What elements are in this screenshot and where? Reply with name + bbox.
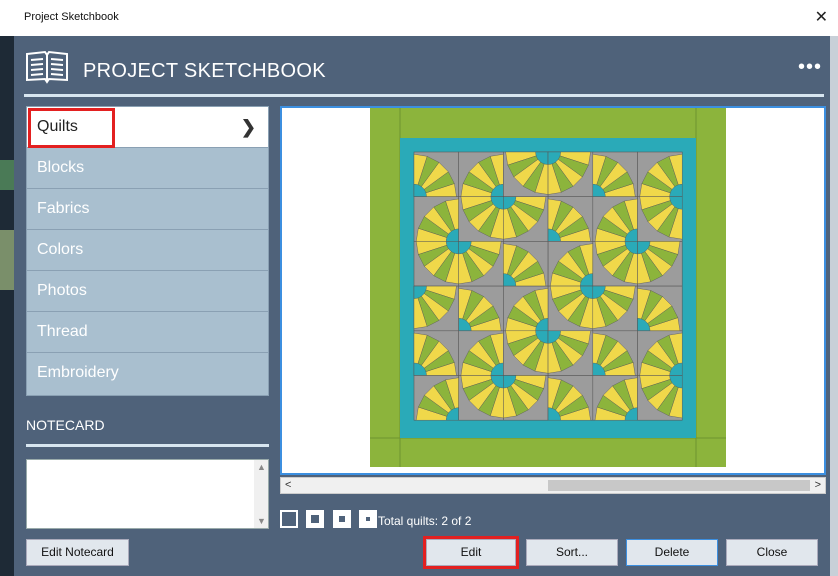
preview-horizontal-scrollbar[interactable]: < > [280,477,826,494]
total-quilts-count: Total quilts: 2 of 2 [378,514,472,528]
category-label: Quilts [37,118,78,135]
notecard-scrollbar[interactable]: ▲ ▼ [254,460,268,528]
header-divider [24,94,824,97]
background-edge-patch [0,160,14,190]
category-label: Thread [37,323,88,340]
background-window-edge [0,0,14,576]
app-title: PROJECT SKETCHBOOK [83,60,326,82]
scrollbar-thumb[interactable] [548,480,810,491]
delete-button[interactable]: Delete [626,539,718,566]
category-item-blocks[interactable]: Blocks [27,148,268,189]
scroll-up-icon[interactable]: ▲ [257,462,266,472]
category-item-quilts[interactable]: Quilts ❯ [27,107,268,148]
category-item-colors[interactable]: Colors [27,230,268,271]
notecard-divider [26,444,269,447]
category-label: Embroidery [37,364,119,381]
category-label: Photos [37,282,87,299]
dialog-header: PROJECT SKETCHBOOK ••• [14,36,830,96]
category-label: Blocks [37,159,85,176]
background-edge-patch [0,230,14,290]
view-size-medium-button[interactable] [332,510,351,528]
edit-button[interactable]: Edit [426,539,516,566]
chevron-right-icon: ❯ [240,117,256,137]
notecard-textarea[interactable]: ▲ ▼ [26,459,269,529]
view-size-small-button[interactable] [359,510,378,528]
scroll-left-icon[interactable]: < [285,479,291,491]
category-item-thread[interactable]: Thread [27,312,268,353]
scroll-down-icon[interactable]: ▼ [257,516,266,526]
sketchbook-dialog: PROJECT SKETCHBOOK ••• Quilts ❯ Blocks F… [14,36,830,576]
window-titlebar: Project Sketchbook ✕ [0,0,838,36]
category-item-fabrics[interactable]: Fabrics [27,189,268,230]
window-title: Project Sketchbook [24,11,119,23]
edit-notecard-button[interactable]: Edit Notecard [26,539,129,566]
quilt-image [370,108,726,467]
category-item-embroidery[interactable]: Embroidery [27,353,268,394]
view-size-buttons [280,510,381,528]
sort-button[interactable]: Sort... [526,539,618,566]
view-size-largest-button[interactable] [280,510,298,528]
quilt-preview[interactable] [280,106,826,475]
category-label: Colors [37,241,84,258]
more-options-icon[interactable]: ••• [798,56,822,79]
category-label: Fabrics [37,200,90,217]
close-window-icon[interactable]: ✕ [815,7,828,27]
view-size-large-button[interactable] [306,510,325,528]
category-list: Quilts ❯ Blocks Fabrics Colors Photos Th… [26,106,269,396]
scroll-right-icon[interactable]: > [815,479,821,491]
notecard-title: NOTECARD [26,417,105,433]
category-item-photos[interactable]: Photos [27,271,268,312]
close-button[interactable]: Close [726,539,818,566]
window-right-edge [830,36,838,576]
book-icon [26,50,68,84]
